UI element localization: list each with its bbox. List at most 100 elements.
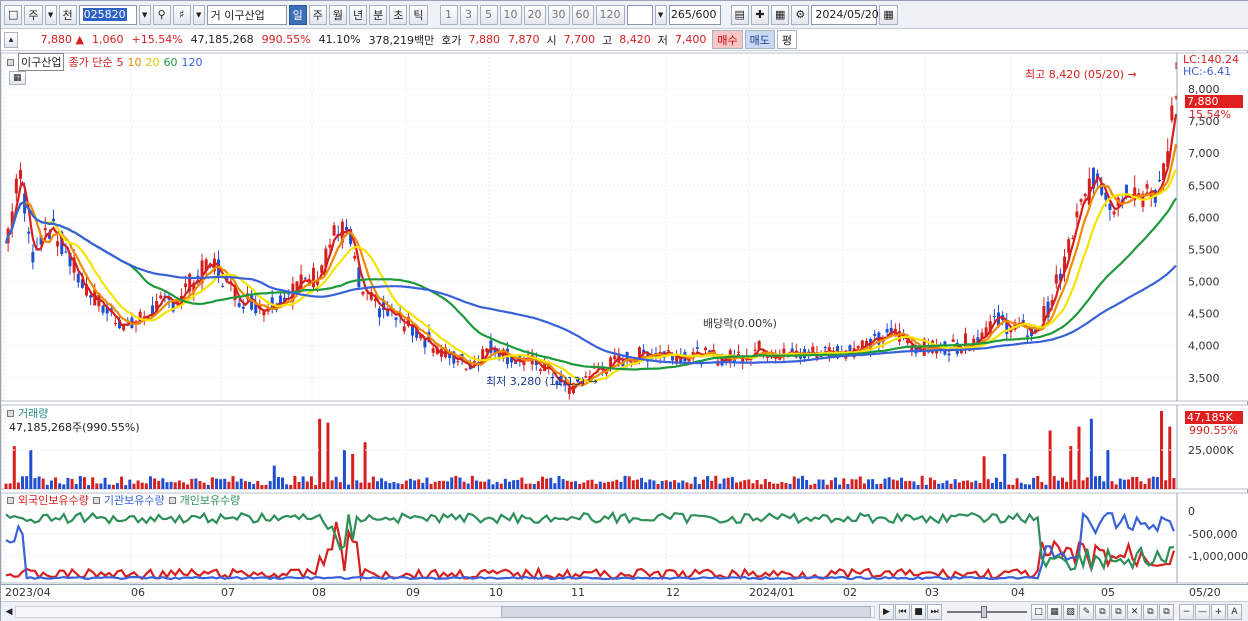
screen-layout-icon[interactable]: ▦ xyxy=(1047,604,1062,620)
tools-icon[interactable]: ✕ xyxy=(1127,604,1142,620)
chart-area[interactable]: 8,000 7,500 7,000 6,500 6,000 5,500 5,000 4,500… xyxy=(0,51,1248,601)
panel-toggle-icon[interactable] xyxy=(7,496,14,504)
period-day[interactable]: 일 xyxy=(288,4,307,25)
period-tick[interactable]: 틱 xyxy=(409,4,428,25)
period-year[interactable]: 년 xyxy=(349,4,368,25)
chart-menu-icon[interactable]: □ xyxy=(4,4,23,25)
interval-60[interactable]: 60 xyxy=(571,4,594,25)
period-week[interactable]: 주 xyxy=(308,4,327,25)
panel-toggle-icon[interactable] xyxy=(7,58,14,66)
legend-individual: 개인보유수량 xyxy=(179,494,241,507)
scroll-left-icon[interactable]: ◀ xyxy=(3,605,15,619)
crosshair-icon[interactable]: ✚ xyxy=(750,4,769,25)
chevron-down-icon[interactable]: ▼ xyxy=(192,4,205,25)
fast-forward-icon[interactable]: ⏭ xyxy=(927,604,942,620)
turnover-rate: 41.10% xyxy=(318,33,361,46)
legend-prefix: 종가 단순 xyxy=(68,56,113,69)
volume-bar xyxy=(673,480,677,489)
volume-pct-tag: 990.55% xyxy=(1189,424,1238,437)
volume-bar xyxy=(1011,484,1015,489)
search-icon[interactable]: ⚲ xyxy=(152,4,171,25)
period-type-select[interactable]: 주 xyxy=(24,4,43,25)
volume-bar xyxy=(49,480,53,489)
average-button[interactable]: 평 xyxy=(776,30,798,49)
volume-bar xyxy=(974,480,978,489)
volume-bar xyxy=(45,484,49,489)
tools-icon[interactable]: ✎ xyxy=(1079,604,1094,620)
font-size-icon[interactable]: A xyxy=(1227,604,1242,620)
candle-body xyxy=(320,265,324,273)
volume-bar xyxy=(1164,480,1168,489)
custom-interval-input[interactable] xyxy=(626,4,653,25)
speaker-icon[interactable]: ♯ xyxy=(172,4,191,25)
prev-button[interactable]: 전 xyxy=(58,4,77,25)
zoom-slider-handle[interactable] xyxy=(981,606,987,618)
chevron-down-icon[interactable]: ▼ xyxy=(44,4,57,25)
copy-icon[interactable]: ⧉ xyxy=(1159,604,1174,620)
interval-30[interactable]: 30 xyxy=(547,4,570,25)
volume-bar xyxy=(619,481,623,489)
scroll-thumb[interactable] xyxy=(501,606,871,618)
volume-bar xyxy=(210,477,214,489)
volume-bar xyxy=(912,481,916,489)
volume-bar xyxy=(293,475,297,489)
period-month[interactable]: 월 xyxy=(328,4,348,25)
zoom-slider[interactable] xyxy=(947,611,1027,613)
data-count-input[interactable]: 265/600 xyxy=(668,4,721,25)
volume-bar xyxy=(355,480,359,489)
copy-icon[interactable]: ⧉ xyxy=(1143,604,1158,620)
candle-body xyxy=(361,291,365,295)
legend-foreign: 외국인보유수량 xyxy=(18,494,89,507)
calendar-icon[interactable]: ▦ xyxy=(879,4,898,25)
candle-type-icon[interactable]: ▤ xyxy=(730,4,749,25)
stop-icon[interactable]: ■ xyxy=(911,604,926,620)
rewind-icon[interactable]: ⏮ xyxy=(895,604,910,620)
candle-body xyxy=(947,353,951,356)
period-second[interactable]: 초 xyxy=(389,4,408,25)
volume-bar xyxy=(260,484,264,489)
interval-120[interactable]: 120 xyxy=(595,4,625,25)
panel-toggle-icon[interactable] xyxy=(7,409,14,417)
candle-body xyxy=(1170,105,1174,121)
panel-toggle-icon[interactable] xyxy=(168,496,176,504)
grid-icon[interactable]: ▦ xyxy=(9,71,26,85)
volume-bar xyxy=(747,479,751,489)
sell-button[interactable]: 매도 xyxy=(744,30,775,49)
volume-bar xyxy=(862,483,866,489)
interval-5[interactable]: 5 xyxy=(479,4,498,25)
save-icon[interactable]: ▦ xyxy=(770,4,790,25)
stock-name-field[interactable]: 거 이구산업 xyxy=(206,4,287,25)
zoom-out-icon[interactable]: − xyxy=(1179,604,1194,620)
volume-bar xyxy=(1168,426,1172,489)
gear-icon[interactable]: ⚙ xyxy=(791,4,810,25)
date-input[interactable]: 2024/05/20 xyxy=(811,4,879,25)
volume-bar xyxy=(120,476,124,489)
volume-bar xyxy=(264,484,268,489)
screen-layout-icon[interactable]: ▧ xyxy=(1063,604,1078,620)
candle-body xyxy=(737,351,741,353)
chart-scrollbar[interactable]: ◀ ▶ ⏮ ■ ⏭ □ ▦ ▧ ✎ ⧉ ⧉ ✕ ⧉ ⧉ − — + A xyxy=(1,601,1248,621)
chevron-down-icon[interactable]: ▼ xyxy=(654,4,667,25)
scroll-right-icon[interactable]: ▶ xyxy=(879,604,894,620)
period-minute[interactable]: 분 xyxy=(369,4,388,25)
volume-bar xyxy=(231,476,235,489)
copy-icon[interactable]: ⧉ xyxy=(1095,604,1110,620)
volume-bar xyxy=(297,481,301,489)
buy-button[interactable]: 매수 xyxy=(712,30,743,49)
interval-3[interactable]: 3 xyxy=(459,4,478,25)
toggle-icon[interactable]: ▴ xyxy=(4,31,18,48)
candle-body xyxy=(885,329,889,333)
zoom-in-icon[interactable]: + xyxy=(1211,604,1226,620)
x-label: 09 xyxy=(406,586,420,599)
stock-code-input[interactable]: 025820 xyxy=(78,4,137,25)
copy-icon[interactable]: ⧉ xyxy=(1111,604,1126,620)
chevron-down-icon[interactable]: ▼ xyxy=(138,4,151,25)
interval-20[interactable]: 20 xyxy=(523,4,546,25)
interval-1[interactable]: 1 xyxy=(439,4,458,25)
volume-bar xyxy=(272,465,276,489)
zoom-reset-icon[interactable]: — xyxy=(1195,604,1210,620)
volume-bar xyxy=(681,480,685,489)
interval-10[interactable]: 10 xyxy=(499,4,522,25)
panel-toggle-icon[interactable] xyxy=(92,496,100,504)
screen-layout-icon[interactable]: □ xyxy=(1031,604,1046,620)
